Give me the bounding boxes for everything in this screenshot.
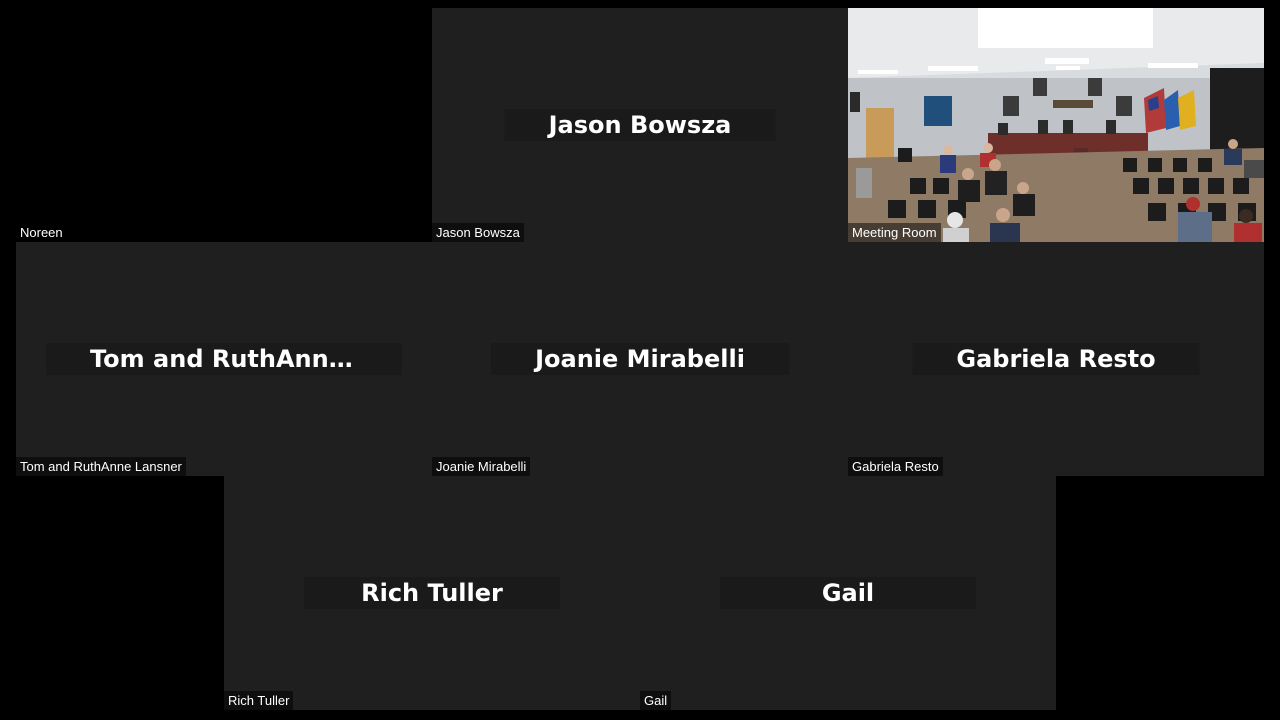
participant-tile-gail[interactable]: Gail Gail [640, 476, 1056, 710]
participant-tile-rich-tuller[interactable]: Rich Tuller Rich Tuller [224, 476, 640, 710]
meeting-room-video [848, 8, 1264, 242]
participant-name-tag: Rich Tuller [224, 691, 294, 710]
participant-center-name: Jason Bowsza [504, 109, 776, 141]
participant-center-name: Gabriela Resto [912, 343, 1200, 375]
participant-tile-joanie-mirabelli[interactable]: Joanie Mirabelli Joanie Mirabelli [432, 242, 848, 476]
participant-center-name: Gail [720, 577, 976, 609]
participant-tile-tom-and-ruthanne-lansner[interactable]: Tom and RuthAnne Lansner Tom and RuthAnn… [16, 242, 432, 476]
participant-tile-noreen[interactable]: Noreen [16, 8, 432, 242]
participant-center-name: Rich Tuller [304, 577, 560, 609]
participant-center-name: Tom and RuthAnne Lansner [46, 343, 402, 375]
participant-name-tag: Meeting Room [848, 223, 941, 242]
participant-name-tag: Jason Bowsza [432, 223, 524, 242]
participant-name-tag: Tom and RuthAnne Lansner [16, 457, 186, 476]
participant-tile-meeting-room[interactable]: Meeting Room [848, 8, 1264, 242]
participant-center-name: Joanie Mirabelli [491, 343, 789, 375]
participant-name-tag: Noreen [16, 223, 67, 242]
participant-name-tag: Gabriela Resto [848, 457, 943, 476]
participant-tile-jason-bowsza[interactable]: Jason Bowsza Jason Bowsza [432, 8, 848, 242]
participant-name-tag: Gail [640, 691, 672, 710]
participant-tile-gabriela-resto[interactable]: Gabriela Resto Gabriela Resto [848, 242, 1264, 476]
participant-name-tag: Joanie Mirabelli [432, 457, 531, 476]
gallery-view: Noreen Jason Bowsza Jason Bowsza Meeting… [0, 0, 1280, 720]
